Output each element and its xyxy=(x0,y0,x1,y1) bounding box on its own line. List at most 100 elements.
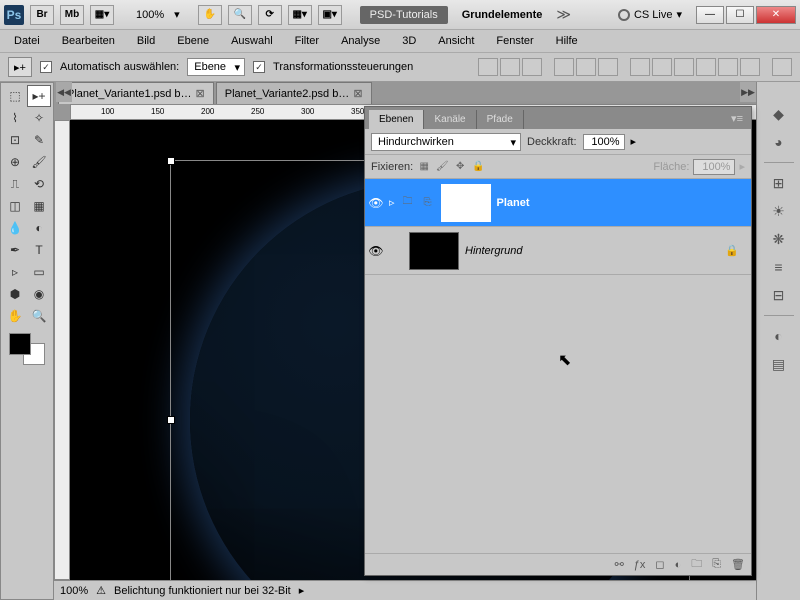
menu-fenster[interactable]: Fenster xyxy=(486,32,543,50)
align-icon[interactable] xyxy=(478,58,498,76)
color-swatches[interactable] xyxy=(9,333,45,365)
expand-icon[interactable]: ▹ xyxy=(389,196,395,209)
pen-tool[interactable]: ✒ xyxy=(3,239,27,261)
close-tab-icon[interactable]: ⊠ xyxy=(196,87,205,100)
tab-variante2[interactable]: Planet_Variante2.psd b…⊠ xyxy=(216,82,372,104)
auto-select-checkbox[interactable]: ✓ xyxy=(40,61,52,73)
menu-hilfe[interactable]: Hilfe xyxy=(546,32,588,50)
eyedropper-tool[interactable]: ✎ xyxy=(27,129,51,151)
distribute-icon[interactable] xyxy=(674,58,694,76)
align-icon[interactable] xyxy=(500,58,520,76)
menu-3d[interactable]: 3D xyxy=(392,32,426,50)
collapse-right-icon[interactable]: ▶▶ xyxy=(740,82,756,102)
dodge-tool[interactable]: ◐ xyxy=(27,217,51,239)
layer-thumbnail[interactable] xyxy=(409,232,459,270)
align-icon[interactable] xyxy=(554,58,574,76)
cslive-button[interactable]: CS Live▾ xyxy=(618,8,682,21)
lock-all-icon[interactable]: 🔒 xyxy=(471,160,485,174)
distribute-icon[interactable] xyxy=(740,58,760,76)
lock-transparency-icon[interactable]: ▦ xyxy=(417,160,431,174)
type-tool[interactable]: T xyxy=(27,239,51,261)
menu-datei[interactable]: Datei xyxy=(4,32,50,50)
heal-tool[interactable]: ⊕ xyxy=(3,151,27,173)
opacity-slider-icon[interactable]: ▸ xyxy=(631,135,637,148)
crop-tool[interactable]: ⊡ xyxy=(3,129,27,151)
panel-menu-icon[interactable]: ▾≡ xyxy=(723,108,751,129)
screenmode-icon[interactable]: ▣▾ xyxy=(318,5,342,25)
new-layer-icon[interactable]: ⎘ xyxy=(712,558,721,571)
workspace-grundelemente[interactable]: Grundelemente xyxy=(454,6,551,24)
zoom-tool[interactable]: 🔍 xyxy=(27,305,51,327)
distribute-icon[interactable] xyxy=(630,58,650,76)
mask-thumbnail[interactable] xyxy=(441,184,491,222)
layer-style-icon[interactable]: ƒx xyxy=(634,559,646,571)
move-tool-indicator[interactable]: ▸+ xyxy=(8,57,32,77)
3d-tool[interactable]: ⬢ xyxy=(3,283,27,305)
layers-panel-icon[interactable]: ◐ xyxy=(765,324,793,348)
menu-ebene[interactable]: Ebene xyxy=(167,32,219,50)
group-icon[interactable]: 🗀 xyxy=(691,555,702,574)
path-select-tool[interactable]: ▹ xyxy=(3,261,27,283)
transform-handle[interactable] xyxy=(167,157,175,165)
layer-name[interactable]: Hintergrund xyxy=(465,245,522,257)
link-layers-icon[interactable]: ⚯ xyxy=(615,558,624,571)
menu-bearbeiten[interactable]: Bearbeiten xyxy=(52,32,125,50)
maximize-button[interactable]: ☐ xyxy=(726,6,754,24)
auto-select-dropdown[interactable]: Ebene xyxy=(187,58,245,76)
close-button[interactable]: ✕ xyxy=(756,6,796,24)
opacity-input[interactable]: 100% xyxy=(583,134,625,150)
align-icon[interactable] xyxy=(576,58,596,76)
wand-tool[interactable]: ✧ xyxy=(27,107,51,129)
visibility-icon[interactable]: 👁 xyxy=(369,196,383,210)
distribute-icon[interactable] xyxy=(652,58,672,76)
marquee-tool[interactable]: ⬚ xyxy=(3,85,27,107)
gradient-tool[interactable]: ▦ xyxy=(27,195,51,217)
distribute-icon[interactable] xyxy=(696,58,716,76)
lock-position-icon[interactable]: ✥ xyxy=(453,160,467,174)
history-panel-icon[interactable]: ▤ xyxy=(765,352,793,376)
menu-filter[interactable]: Filter xyxy=(285,32,329,50)
zoom-level[interactable]: 100% xyxy=(132,9,168,21)
styles-panel-icon[interactable]: ⊞ xyxy=(765,171,793,195)
lock-pixels-icon[interactable]: 🖌 xyxy=(435,160,449,174)
menu-bild[interactable]: Bild xyxy=(127,32,165,50)
rotate-view-icon[interactable]: ⟳ xyxy=(258,5,282,25)
foreground-swatch[interactable] xyxy=(9,333,31,355)
menu-analyse[interactable]: Analyse xyxy=(331,32,390,50)
brush-tool[interactable]: 🖌 xyxy=(27,151,51,173)
align-icon[interactable] xyxy=(598,58,618,76)
history-brush-tool[interactable]: ⟲ xyxy=(27,173,51,195)
paths-panel-icon[interactable]: ⊟ xyxy=(765,283,793,307)
adjustment-layer-icon[interactable]: ◐ xyxy=(675,559,682,571)
adjustments-panel-icon[interactable]: ☀ xyxy=(765,199,793,223)
lasso-tool[interactable]: ⌇ xyxy=(3,107,27,129)
close-tab-icon[interactable]: ⊠ xyxy=(353,87,362,100)
workspace-more-icon[interactable]: ≫ xyxy=(556,6,571,23)
workspace-psdtutorials[interactable]: PSD-Tutorials xyxy=(360,6,448,24)
transform-checkbox[interactable]: ✓ xyxy=(253,61,265,73)
tab-ebenen[interactable]: Ebenen xyxy=(369,110,424,129)
layer-mask-icon[interactable]: ◻ xyxy=(655,558,664,571)
layer-name[interactable]: Planet xyxy=(497,197,530,209)
status-zoom[interactable]: 100% xyxy=(60,585,88,597)
delete-layer-icon[interactable]: 🗑 xyxy=(731,558,745,571)
distribute-icon[interactable] xyxy=(718,58,738,76)
tab-pfade[interactable]: Pfade xyxy=(477,110,524,129)
minimize-button[interactable]: — xyxy=(696,6,724,24)
hand-tool[interactable]: ✋ xyxy=(3,305,27,327)
view-extras-button[interactable]: ▦▾ xyxy=(90,5,114,25)
3d-camera-tool[interactable]: ◉ xyxy=(27,283,51,305)
arrange-icon[interactable]: ▦▾ xyxy=(288,5,312,25)
move-tool[interactable]: ▸+ xyxy=(27,85,51,107)
minibridge-button[interactable]: Mb xyxy=(60,5,84,25)
blend-mode-dropdown[interactable]: Hindurchwirken xyxy=(371,133,521,151)
layer-hintergrund[interactable]: 👁 Hintergrund 🔒 xyxy=(365,227,751,275)
transform-handle[interactable] xyxy=(167,416,175,424)
stamp-tool[interactable]: ⎍ xyxy=(3,173,27,195)
color-panel-icon[interactable]: ◕ xyxy=(765,130,793,154)
visibility-icon[interactable]: 👁 xyxy=(369,244,383,258)
menu-auswahl[interactable]: Auswahl xyxy=(221,32,283,50)
layer-planet[interactable]: 👁 ▹ 🗀 ⎘ Planet xyxy=(365,179,751,227)
bridge-button[interactable]: Br xyxy=(30,5,54,25)
masks-panel-icon[interactable]: ❋ xyxy=(765,227,793,251)
